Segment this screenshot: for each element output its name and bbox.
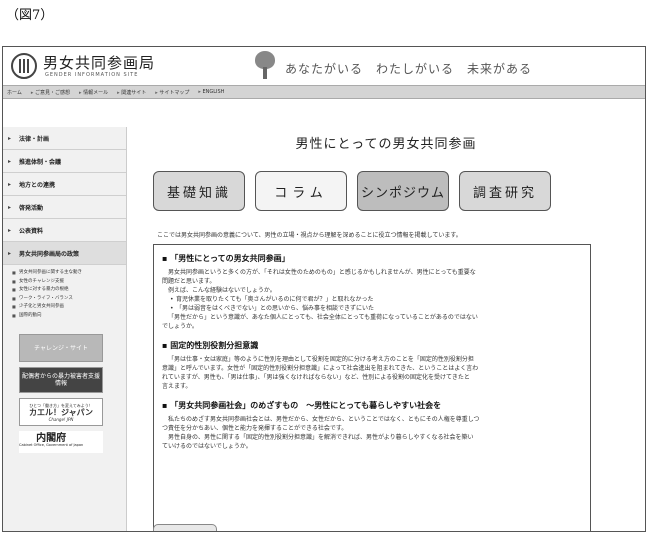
sidebar-sub-item[interactable]: 女性に対する暴力の根絶 — [12, 286, 126, 295]
section-heading: 「男女共同参画社会」のめざすもの ～男性にとっても暮らしやすい社会を — [162, 400, 582, 411]
paragraph: つ責任を分かちあい、個性と能力を発揮することができる社会です。 — [162, 425, 348, 432]
paragraph: 意識」と呼んでいます。女性が「固定的性別役割分担意識」によって社会進出を阻まれて… — [162, 365, 479, 372]
paragraph: 例えば、こんな経験はないでしょうか。 — [168, 287, 276, 294]
nav-related-sites[interactable]: 関連サイト — [117, 89, 146, 96]
challenge-site-banner[interactable]: チャレンジ・サイト — [19, 334, 103, 362]
next-tab-stub[interactable] — [153, 524, 217, 531]
sidebar-sub-item[interactable]: ワーク・ライフ・バランス — [12, 295, 126, 304]
paragraph: 「男性だから」という意識が、あなた個人にとっても、社会全体にとっても重荷になって… — [168, 314, 478, 321]
sidebar-item-laws[interactable]: 法律・計画 — [3, 127, 126, 150]
sidebar-item-regional[interactable]: 地方との連携 — [3, 173, 126, 196]
section-men-and-gender-equality: 「男性にとっての男女共同参画」 男女共同参画というと多くの方が、「それは女性のた… — [162, 253, 582, 331]
paragraph: 男性自身の、男性に関する「固定的性別役割分担意識」を解消できれば、男性がより暮ら… — [168, 434, 474, 441]
paragraph: でしょうか。 — [162, 323, 198, 330]
section-heading: 「男性にとっての男女共同参画」 — [162, 253, 582, 264]
slogan: あなたがいる わたしがいる 未来がある — [285, 62, 533, 76]
figure-label: （図7） — [6, 8, 54, 23]
cabinet-office-name-en: Cabinet Office, Government of Japan — [19, 443, 84, 447]
page-title: 男性にとっての男女共同参画 — [295, 137, 477, 152]
site-title[interactable]: 男女共同参画局 — [43, 52, 155, 73]
cabinet-office-name: 内閣府 — [36, 433, 67, 444]
sidebar-sub-item[interactable]: 女性のチャレンジ支援 — [12, 278, 126, 287]
change-japan-banner[interactable]: ひとつ「働き方」を変えてみよう！ カエル！ジャパン Change! JPN — [19, 398, 103, 426]
nav-sitemap[interactable]: サイトマップ — [155, 89, 189, 96]
sidebar-sub-item[interactable]: 国際的動向 — [12, 312, 126, 321]
nav-info-mail[interactable]: 情報メール — [79, 89, 108, 96]
paragraph: 男女共同参画というと多くの方が、「それは女性のためのもの」と感じるかもしれません… — [168, 269, 476, 276]
sidebar-sub-item[interactable]: 少子化と男女共同参画 — [12, 303, 126, 312]
violence-support-banner[interactable]: 配偶者からの暴力被害者支援情報 — [19, 367, 103, 393]
section-fixed-gender-roles: 固定的性別役割分担意識 「男は仕事・女は家庭」等のように性別を理由として役割を固… — [162, 340, 582, 391]
sidebar-item-publications[interactable]: 公表資料 — [3, 219, 126, 242]
main-content: 男性にとっての男女共同参画 基礎知識 コラム シンポジウム 調査研究 ここでは男… — [127, 99, 645, 531]
sidebar-item-awareness[interactable]: 啓発活動 — [3, 196, 126, 219]
browser-page: 男女共同参画局 GENDER INFORMATION SITE あなたがいる わ… — [2, 46, 646, 532]
section-heading: 固定的性別役割分担意識 — [162, 340, 582, 351]
nav-feedback[interactable]: ご意見・ご感想 — [31, 89, 70, 96]
change-japan-banner-sub: Change! JPN — [48, 416, 74, 422]
article-box: 「男性にとっての男女共同参画」 男女共同参画というと多くの方が、「それは女性のた… — [153, 244, 591, 531]
logo-icon[interactable] — [11, 53, 37, 79]
paragraph: 言えます。 — [162, 383, 192, 390]
sidebar-item-structure[interactable]: 推進体制・会議 — [3, 150, 126, 173]
tab-research[interactable]: 調査研究 — [459, 171, 551, 211]
site-subtitle: GENDER INFORMATION SITE — [45, 72, 139, 78]
sidebar-item-policy[interactable]: 男女共同参画局の政策 — [3, 242, 126, 265]
paragraph: 「男は仕事・女は家庭」等のように性別を理由として役割を固定的に分ける考え方のこと… — [168, 356, 474, 363]
tab-column[interactable]: コラム — [255, 171, 347, 211]
section-society-goals: 「男女共同参画社会」のめざすもの ～男性にとっても暮らしやすい社会を 私たちのめ… — [162, 400, 582, 451]
intro-text: ここでは男女共同参画の意義について、男性の立場・視点から理解を深めることに役立つ… — [157, 232, 462, 239]
nav-home[interactable]: ホーム — [7, 89, 22, 96]
paragraph: 問題だと思います。 — [162, 278, 216, 285]
site-header: 男女共同参画局 GENDER INFORMATION SITE あなたがいる わ… — [3, 47, 645, 85]
sidebar-sub-list: 男女共同参画に関する主な動き 女性のチャレンジ支援 女性に対する暴力の根絶 ワー… — [3, 265, 126, 324]
tab-symposium[interactable]: シンポジウム — [357, 171, 449, 211]
sidebar-sub-item[interactable]: 男女共同参画に関する主な動き — [12, 269, 126, 278]
paragraph: ていけるのではないでしょうか。 — [162, 443, 252, 450]
paragraph: 私たちのめざす男女共同参画社会とは、男性だから、女性だから、ということではなく、… — [168, 416, 480, 423]
paragraph: れていますが、男性も、「男は仕事」、「男は強くなければならない」など、性別による… — [162, 374, 470, 381]
list-item: 「男は弱音をはくべきでない」との思いから、悩み事を相談できずにいた — [162, 304, 582, 313]
tab-basic-knowledge[interactable]: 基礎知識 — [153, 171, 245, 211]
sidebar: 法律・計画 推進体制・会議 地方との連携 啓発活動 公表資料 男女共同参画局の政… — [3, 127, 127, 531]
list-item: 育児休業を取りたくても「奥さんがいるのに何で君が？」と取れなかった — [162, 295, 582, 304]
change-japan-banner-title: カエル！ジャパン — [29, 407, 93, 417]
global-nav: ホーム ご意見・ご感想 情報メール 関連サイト サイトマップ ENGLISH — [3, 85, 645, 99]
cabinet-office-banner[interactable]: 内閣府 Cabinet Office, Government of Japan — [19, 431, 103, 453]
tree-icon — [251, 51, 279, 81]
nav-english[interactable]: ENGLISH — [198, 89, 224, 95]
